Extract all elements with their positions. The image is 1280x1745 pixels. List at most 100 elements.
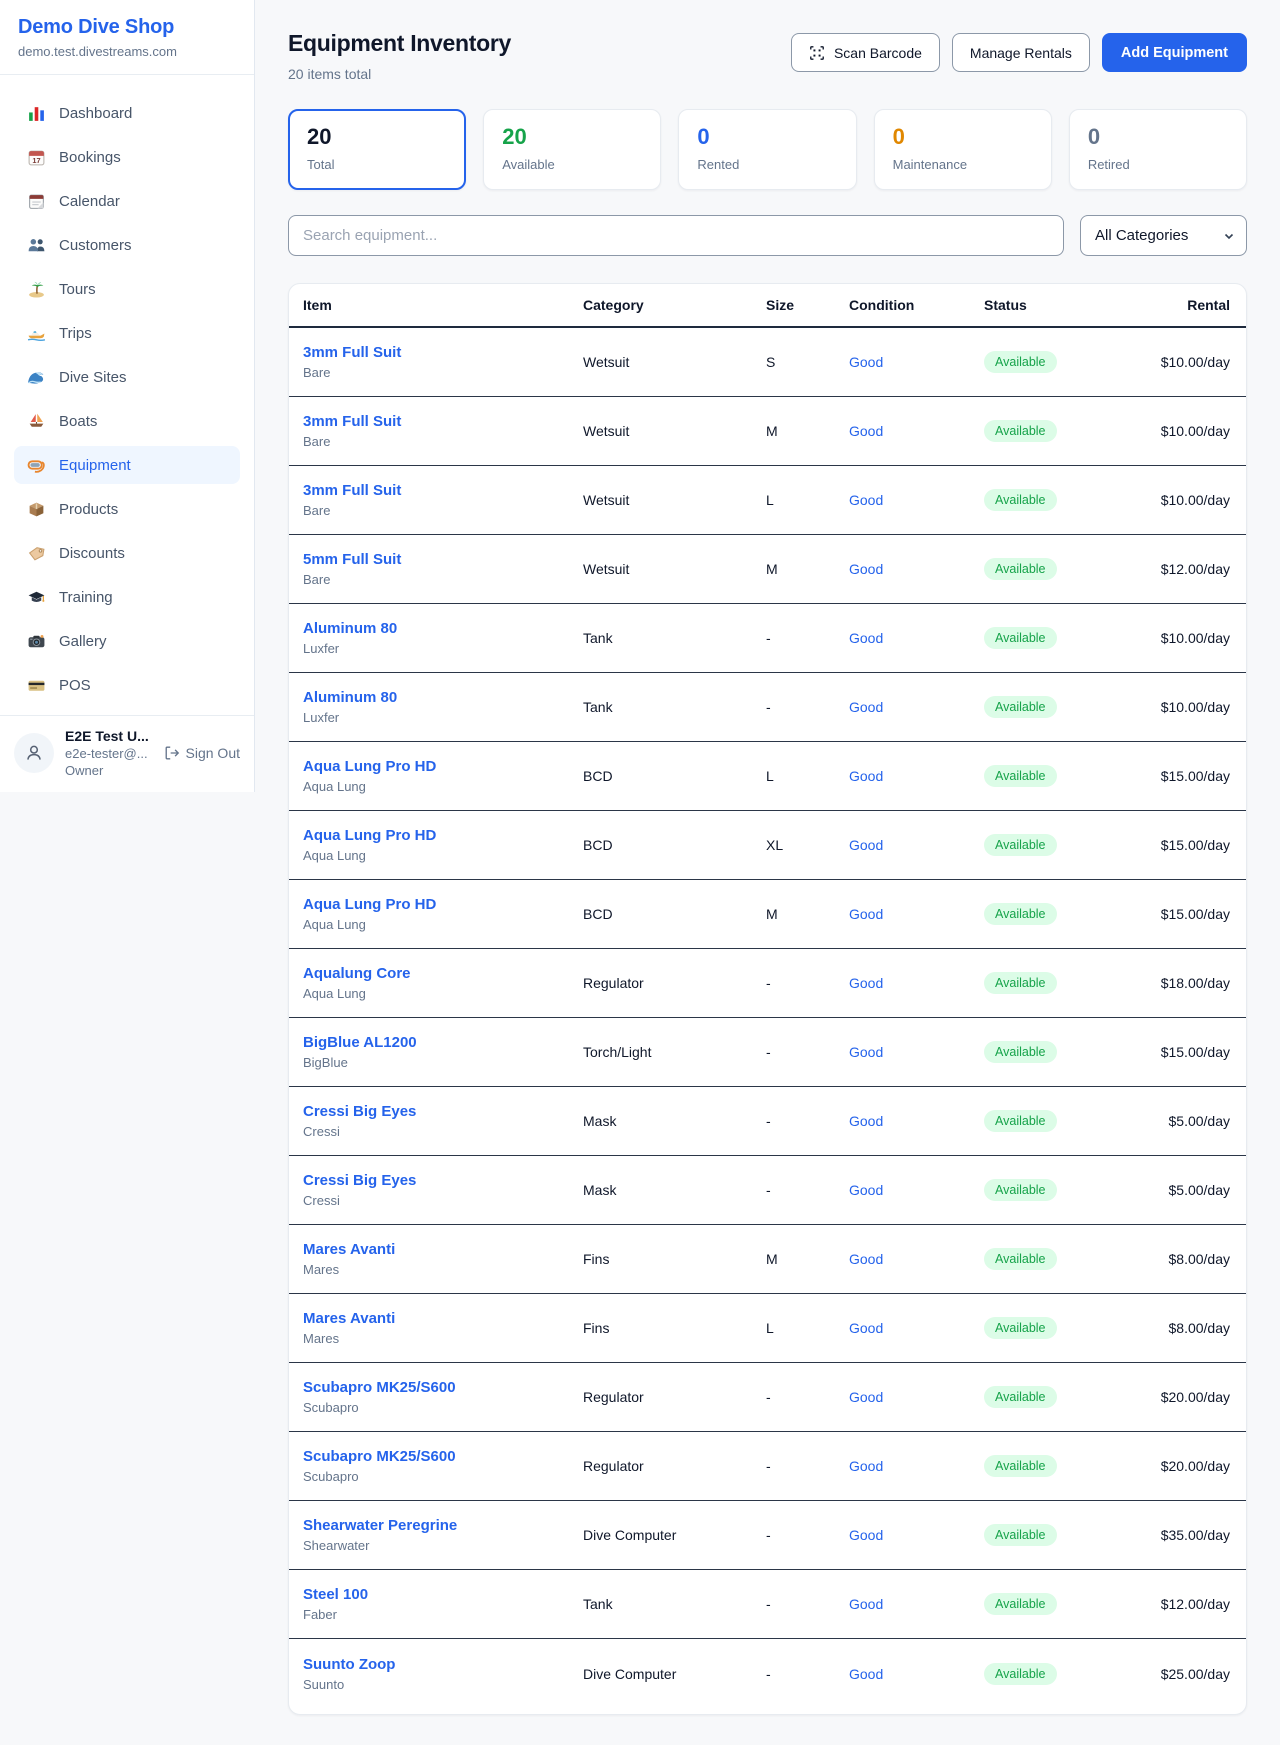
item-name-link[interactable]: Cressi Big Eyes — [303, 1172, 583, 1189]
manage-rentals-button[interactable]: Manage Rentals — [952, 33, 1090, 72]
table-row[interactable]: Aqua Lung Pro HD Aqua Lung BCD L Good Av… — [289, 742, 1246, 811]
sidebar-item-training[interactable]: Training — [14, 578, 240, 616]
search-input[interactable] — [288, 215, 1064, 256]
sidebar-item-label: Equipment — [59, 457, 131, 474]
item-name-link[interactable]: Aluminum 80 — [303, 620, 583, 637]
sidebar-item-pos[interactable]: POS — [14, 666, 240, 704]
sidebar-item-label: Calendar — [59, 193, 120, 210]
stat-card-total[interactable]: 20 Total — [288, 109, 466, 190]
avatar — [14, 733, 54, 773]
table-row[interactable]: BigBlue AL1200 BigBlue Torch/Light - Goo… — [289, 1018, 1246, 1087]
sidebar-item-dive-sites[interactable]: Dive Sites — [14, 358, 240, 396]
sidebar-item-discounts[interactable]: Discounts — [14, 534, 240, 572]
table-row[interactable]: Aqua Lung Pro HD Aqua Lung BCD M Good Av… — [289, 880, 1246, 949]
item-condition-link[interactable]: Good — [849, 1182, 984, 1198]
sidebar-item-label: Bookings — [59, 149, 121, 166]
sidebar-item-customers[interactable]: Customers — [14, 226, 240, 264]
item-condition-link[interactable]: Good — [849, 423, 984, 439]
table-row[interactable]: Aqua Lung Pro HD Aqua Lung BCD XL Good A… — [289, 811, 1246, 880]
item-name-link[interactable]: 3mm Full Suit — [303, 413, 583, 430]
status-badge: Available — [984, 1386, 1057, 1408]
table-row[interactable]: 3mm Full Suit Bare Wetsuit L Good Availa… — [289, 466, 1246, 535]
sidebar-item-tours[interactable]: Tours — [14, 270, 240, 308]
stat-card-rented[interactable]: 0 Rented — [678, 109, 856, 190]
table-row[interactable]: Shearwater Peregrine Shearwater Dive Com… — [289, 1501, 1246, 1570]
sidebar-item-bookings[interactable]: 17 Bookings — [14, 138, 240, 176]
sidebar-item-dashboard[interactable]: Dashboard — [14, 94, 240, 132]
item-condition-link[interactable]: Good — [849, 1596, 984, 1612]
table-row[interactable]: Suunto Zoop Suunto Dive Computer - Good … — [289, 1639, 1246, 1708]
sidebar-item-trips[interactable]: Trips — [14, 314, 240, 352]
stat-card-available[interactable]: 20 Available — [483, 109, 661, 190]
item-name-link[interactable]: Scubapro MK25/S600 — [303, 1379, 583, 1396]
item-name-link[interactable]: Mares Avanti — [303, 1241, 583, 1258]
item-condition-link[interactable]: Good — [849, 975, 984, 991]
items-total-count: 20 items total — [288, 66, 511, 82]
item-condition-link[interactable]: Good — [849, 906, 984, 922]
item-condition-link[interactable]: Good — [849, 630, 984, 646]
table-row[interactable]: 5mm Full Suit Bare Wetsuit M Good Availa… — [289, 535, 1246, 604]
table-row[interactable]: 3mm Full Suit Bare Wetsuit M Good Availa… — [289, 397, 1246, 466]
item-condition-link[interactable]: Good — [849, 492, 984, 508]
item-name-link[interactable]: Aluminum 80 — [303, 689, 583, 706]
item-name-link[interactable]: 3mm Full Suit — [303, 344, 583, 361]
table-row[interactable]: Aqualung Core Aqua Lung Regulator - Good… — [289, 949, 1246, 1018]
item-name-link[interactable]: Suunto Zoop — [303, 1656, 583, 1673]
item-condition-link[interactable]: Good — [849, 561, 984, 577]
item-name-link[interactable]: Mares Avanti — [303, 1310, 583, 1327]
item-brand: Bare — [303, 572, 583, 587]
item-size: L — [766, 1320, 849, 1336]
add-equipment-button[interactable]: Add Equipment — [1102, 33, 1247, 72]
item-name-link[interactable]: Scubapro MK25/S600 — [303, 1448, 583, 1465]
item-name-link[interactable]: Aqua Lung Pro HD — [303, 827, 583, 844]
table-row[interactable]: Scubapro MK25/S600 Scubapro Regulator - … — [289, 1363, 1246, 1432]
item-condition-link[interactable]: Good — [849, 1389, 984, 1405]
item-condition-link[interactable]: Good — [849, 1458, 984, 1474]
item-rental-rate: $12.00/day — [1139, 561, 1230, 577]
item-condition-link[interactable]: Good — [849, 768, 984, 784]
item-name-link[interactable]: Steel 100 — [303, 1586, 583, 1603]
sidebar-item-equipment[interactable]: Equipment — [14, 446, 240, 484]
item-condition-link[interactable]: Good — [849, 837, 984, 853]
table-row[interactable]: Mares Avanti Mares Fins M Good Available… — [289, 1225, 1246, 1294]
category-filter-select[interactable]: All Categories — [1080, 215, 1247, 256]
item-name-link[interactable]: 3mm Full Suit — [303, 482, 583, 499]
item-condition-link[interactable]: Good — [849, 699, 984, 715]
equipment-table: Item Category Size Condition Status Rent… — [288, 283, 1247, 1715]
item-condition-link[interactable]: Good — [849, 1527, 984, 1543]
item-condition-link[interactable]: Good — [849, 354, 984, 370]
sign-out-button[interactable]: Sign Out — [164, 745, 240, 761]
sidebar-nav: Dashboard 17 Bookings Calendar Customers… — [0, 75, 254, 710]
table-row[interactable]: Cressi Big Eyes Cressi Mask - Good Avail… — [289, 1156, 1246, 1225]
sidebar-item-products[interactable]: Products — [14, 490, 240, 528]
sidebar-item-calendar[interactable]: Calendar — [14, 182, 240, 220]
item-name-link[interactable]: Cressi Big Eyes — [303, 1103, 583, 1120]
item-condition-link[interactable]: Good — [849, 1113, 984, 1129]
sidebar-item-gallery[interactable]: Gallery — [14, 622, 240, 660]
table-row[interactable]: Mares Avanti Mares Fins L Good Available… — [289, 1294, 1246, 1363]
table-row[interactable]: Steel 100 Faber Tank - Good Available $1… — [289, 1570, 1246, 1639]
item-name-link[interactable]: Aqualung Core — [303, 965, 583, 982]
item-condition-link[interactable]: Good — [849, 1320, 984, 1336]
stat-card-retired[interactable]: 0 Retired — [1069, 109, 1247, 190]
item-condition-link[interactable]: Good — [849, 1251, 984, 1267]
sidebar-item-boats[interactable]: Boats — [14, 402, 240, 440]
table-row[interactable]: Aluminum 80 Luxfer Tank - Good Available… — [289, 673, 1246, 742]
table-row[interactable]: Aluminum 80 Luxfer Tank - Good Available… — [289, 604, 1246, 673]
item-name-link[interactable]: 5mm Full Suit — [303, 551, 583, 568]
item-category: Mask — [583, 1113, 766, 1129]
item-name-link[interactable]: Shearwater Peregrine — [303, 1517, 583, 1534]
scan-barcode-button[interactable]: Scan Barcode — [791, 33, 940, 72]
item-name-link[interactable]: BigBlue AL1200 — [303, 1034, 583, 1051]
table-row[interactable]: 3mm Full Suit Bare Wetsuit S Good Availa… — [289, 328, 1246, 397]
stat-card-maintenance[interactable]: 0 Maintenance — [874, 109, 1052, 190]
item-condition-link[interactable]: Good — [849, 1666, 984, 1682]
item-rental-rate: $10.00/day — [1139, 423, 1230, 439]
sign-out-label: Sign Out — [186, 745, 240, 761]
item-rental-rate: $20.00/day — [1139, 1458, 1230, 1474]
table-row[interactable]: Scubapro MK25/S600 Scubapro Regulator - … — [289, 1432, 1246, 1501]
table-row[interactable]: Cressi Big Eyes Cressi Mask - Good Avail… — [289, 1087, 1246, 1156]
item-condition-link[interactable]: Good — [849, 1044, 984, 1060]
item-name-link[interactable]: Aqua Lung Pro HD — [303, 758, 583, 775]
item-name-link[interactable]: Aqua Lung Pro HD — [303, 896, 583, 913]
